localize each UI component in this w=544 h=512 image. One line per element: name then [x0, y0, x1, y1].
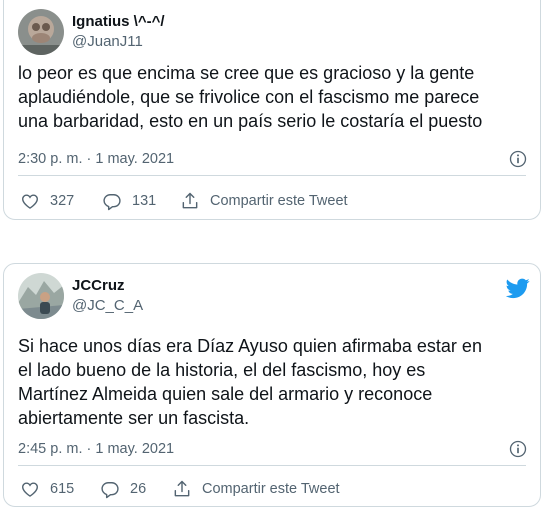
- reply-count: 26: [130, 481, 147, 497]
- tweet-author: JCCruz @JC_C_A: [72, 276, 143, 316]
- reply-icon: [101, 482, 119, 499]
- reply-icon: [103, 194, 121, 211]
- reply-button[interactable]: 26: [100, 479, 172, 499]
- divider: [18, 465, 526, 466]
- divider: [18, 175, 526, 176]
- timestamp[interactable]: 2:45 p. m. · 1 may. 2021: [18, 441, 174, 457]
- tweet-actions: 615 26 Compartir este Tweet: [20, 479, 340, 499]
- share-button[interactable]: Compartir este Tweet: [172, 479, 340, 499]
- share-icon: [174, 480, 190, 497]
- timestamp[interactable]: 2:30 p. m. · 1 may. 2021: [18, 151, 174, 167]
- like-button[interactable]: 327: [20, 191, 102, 211]
- display-name[interactable]: JCCruz: [72, 276, 143, 296]
- avatar[interactable]: [18, 273, 64, 319]
- info-icon[interactable]: [508, 149, 528, 169]
- tweet-text: lo peor es que encima se cree que es gra…: [18, 63, 483, 131]
- reply-button[interactable]: 131: [102, 191, 180, 211]
- user-handle[interactable]: @JuanJ11: [72, 32, 165, 52]
- user-handle[interactable]: @JC_C_A: [72, 296, 143, 316]
- share-icon: [182, 192, 198, 209]
- tweet-text: Si hace unos días era Díaz Ayuso quien a…: [18, 336, 482, 428]
- heart-icon: [22, 482, 38, 497]
- share-button[interactable]: Compartir este Tweet: [180, 191, 348, 211]
- avatar[interactable]: [18, 9, 64, 55]
- tweet-card[interactable]: Ignatius \^-^/ @JuanJ11 lo peor es que e…: [3, 0, 541, 220]
- heart-icon: [22, 194, 38, 209]
- tweet-header: Ignatius \^-^/ @JuanJ11: [18, 9, 165, 55]
- tweet-card[interactable]: JCCruz @JC_C_A Si hace unos días era Día…: [3, 263, 541, 507]
- tweet-meta: 2:45 p. m. · 1 may. 2021: [18, 439, 528, 459]
- tweet-meta: 2:30 p. m. · 1 may. 2021: [18, 149, 528, 169]
- display-name[interactable]: Ignatius \^-^/: [72, 12, 165, 32]
- twitter-bird-icon[interactable]: [506, 276, 530, 300]
- reply-count: 131: [132, 193, 157, 209]
- like-count: 615: [50, 481, 75, 497]
- tweet-actions: 327 131 Compartir este Tweet: [20, 191, 348, 211]
- share-label: Compartir este Tweet: [202, 481, 340, 497]
- tweet-author: Ignatius \^-^/ @JuanJ11: [72, 12, 165, 52]
- tweet-header: JCCruz @JC_C_A: [18, 273, 143, 319]
- share-label: Compartir este Tweet: [210, 193, 348, 209]
- like-count: 327: [50, 193, 75, 209]
- like-button[interactable]: 615: [20, 479, 100, 499]
- info-icon[interactable]: [508, 439, 528, 459]
